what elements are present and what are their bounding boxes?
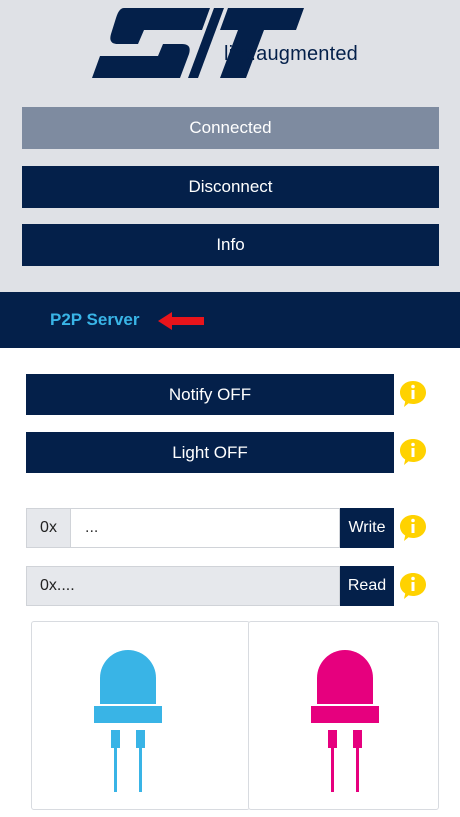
p2p-server-section-header: P2P Server [0, 292, 460, 348]
info-bubble-icon[interactable] [398, 513, 428, 543]
write-button[interactable]: Write [340, 508, 394, 548]
light-toggle-button[interactable]: Light OFF [26, 432, 394, 473]
write-value-input[interactable] [71, 508, 340, 548]
led-blue-icon [94, 650, 162, 792]
header: life.augmented Connected Disconnect Info [0, 0, 460, 292]
info-bubble-icon[interactable] [398, 571, 428, 601]
info-bubble-icon[interactable] [398, 437, 428, 467]
arrow-left-icon [158, 312, 204, 330]
notify-toggle-button[interactable]: Notify OFF [26, 374, 394, 415]
led-card-blue[interactable] [31, 621, 250, 810]
logo-tagline: life.augmented [224, 43, 359, 65]
led-card-pink[interactable] [248, 621, 439, 810]
read-button[interactable]: Read [340, 566, 394, 606]
info-button[interactable]: Info [22, 224, 439, 266]
disconnect-button[interactable]: Disconnect [22, 166, 439, 208]
read-value-field: 0x.... [26, 566, 340, 606]
connected-button[interactable]: Connected [22, 107, 439, 149]
info-bubble-icon[interactable] [398, 379, 428, 409]
led-pink-icon [311, 650, 379, 792]
section-title: P2P Server [50, 310, 140, 329]
hex-prefix: 0x [26, 508, 71, 548]
